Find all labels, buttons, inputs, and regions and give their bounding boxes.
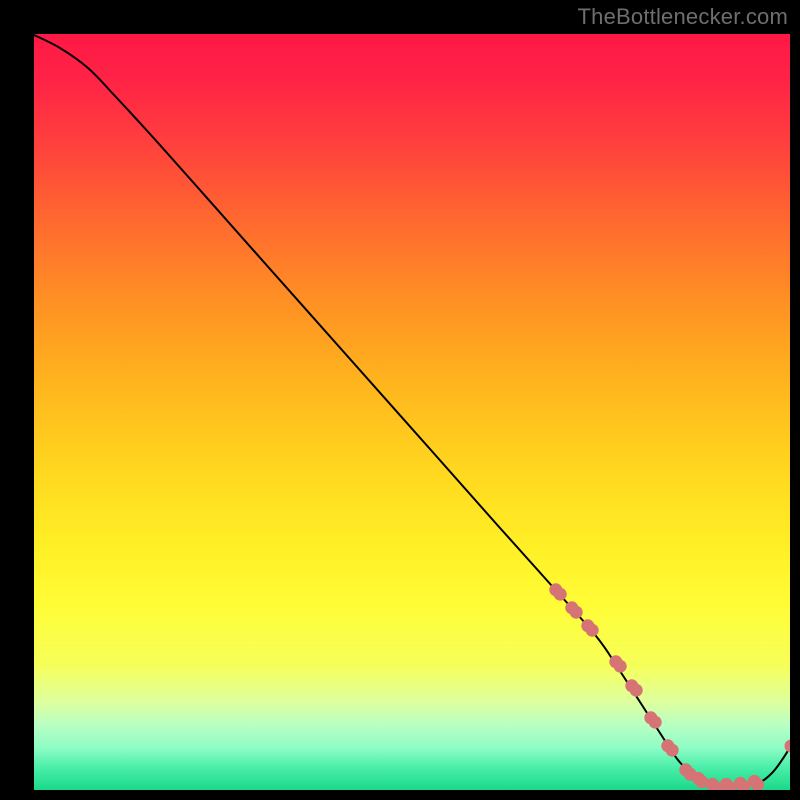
- gradient-background: [34, 34, 790, 790]
- data-dot: [586, 624, 599, 637]
- data-dot: [570, 606, 583, 619]
- data-dot: [554, 588, 567, 601]
- data-dot: [630, 684, 643, 697]
- data-dot: [649, 716, 662, 729]
- data-dot: [751, 778, 764, 791]
- data-dot: [666, 744, 679, 757]
- chart-svg: [0, 0, 800, 800]
- data-dot: [614, 660, 627, 673]
- data-dot: [785, 740, 798, 753]
- chart-stage: TheBottlenecker.com: [0, 0, 800, 800]
- attribution-label: TheBottlenecker.com: [578, 4, 788, 30]
